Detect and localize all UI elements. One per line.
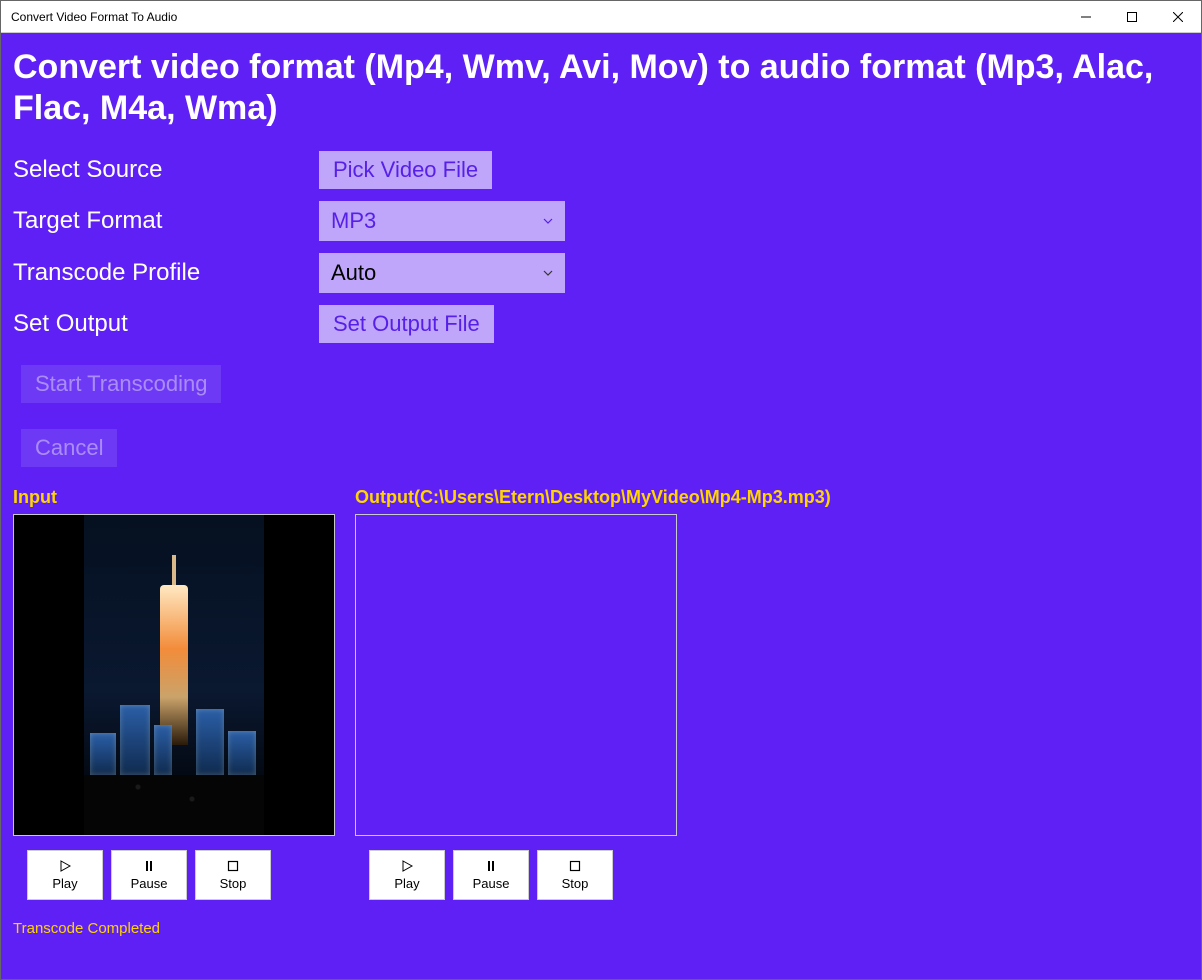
pause-icon	[141, 858, 157, 874]
input-preview-label: Input	[13, 487, 335, 508]
chevron-down-icon	[541, 214, 555, 228]
input-video-preview	[13, 514, 335, 836]
row-set-output: Set Output Set Output File	[13, 305, 1189, 343]
output-audio-preview	[355, 514, 677, 836]
play-icon	[399, 858, 415, 874]
output-media-controls: Play Pause Stop	[369, 850, 831, 900]
actions: Start Transcoding Cancel	[21, 365, 1189, 467]
target-format-value: MP3	[331, 208, 541, 234]
pause-label: Pause	[131, 876, 168, 891]
status-text: Transcode Completed	[13, 920, 1189, 937]
app-window: Convert Video Format To Audio Convert vi…	[0, 0, 1202, 980]
start-transcoding-button[interactable]: Start Transcoding	[21, 365, 221, 403]
stop-icon	[567, 858, 583, 874]
row-target-format: Target Format MP3	[13, 201, 1189, 241]
play-label: Play	[52, 876, 77, 891]
transcode-profile-value: Auto	[331, 260, 541, 286]
chevron-down-icon	[541, 266, 555, 280]
pause-icon	[483, 858, 499, 874]
output-preview-label: Output(C:\Users\Etern\Desktop\MyVideo\Mp…	[355, 487, 831, 508]
output-stop-button[interactable]: Stop	[537, 850, 613, 900]
pause-label: Pause	[473, 876, 510, 891]
window-title: Convert Video Format To Audio	[1, 10, 1063, 24]
play-label: Play	[394, 876, 419, 891]
minimize-button[interactable]	[1063, 1, 1109, 32]
output-pause-button[interactable]: Pause	[453, 850, 529, 900]
page-heading: Convert video format (Mp4, Wmv, Avi, Mov…	[13, 33, 1189, 139]
transcode-profile-combo[interactable]: Auto	[319, 253, 565, 293]
label-transcode-profile: Transcode Profile	[13, 259, 319, 287]
previews: Input P	[13, 487, 1189, 900]
close-button[interactable]	[1155, 1, 1201, 32]
window-controls	[1063, 1, 1201, 32]
target-format-combo[interactable]: MP3	[319, 201, 565, 241]
maximize-button[interactable]	[1109, 1, 1155, 32]
row-select-source: Select Source Pick Video File	[13, 151, 1189, 189]
input-media-controls: Play Pause Stop	[27, 850, 335, 900]
client-area: Convert video format (Mp4, Wmv, Avi, Mov…	[1, 33, 1201, 979]
row-transcode-profile: Transcode Profile Auto	[13, 253, 1189, 293]
output-preview-column: Output(C:\Users\Etern\Desktop\MyVideo\Mp…	[355, 487, 831, 900]
input-preview-column: Input P	[13, 487, 335, 900]
set-output-button[interactable]: Set Output File	[319, 305, 494, 343]
input-play-button[interactable]: Play	[27, 850, 103, 900]
input-stop-button[interactable]: Stop	[195, 850, 271, 900]
stop-label: Stop	[562, 876, 589, 891]
play-icon	[57, 858, 73, 874]
pick-video-button[interactable]: Pick Video File	[319, 151, 492, 189]
titlebar: Convert Video Format To Audio	[1, 1, 1201, 33]
label-target-format: Target Format	[13, 207, 319, 235]
cancel-button[interactable]: Cancel	[21, 429, 117, 467]
input-pause-button[interactable]: Pause	[111, 850, 187, 900]
output-play-button[interactable]: Play	[369, 850, 445, 900]
stop-icon	[225, 858, 241, 874]
label-set-output: Set Output	[13, 310, 319, 338]
stop-label: Stop	[220, 876, 247, 891]
label-select-source: Select Source	[13, 156, 319, 184]
